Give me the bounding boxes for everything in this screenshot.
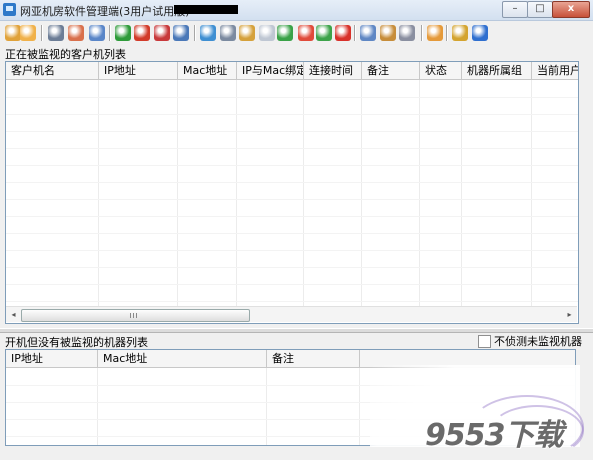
column-header[interactable]: 备注 [362, 62, 420, 79]
ignore-unmonitored-checkbox[interactable] [478, 335, 491, 348]
scroll-thumb[interactable] [21, 309, 250, 322]
grid-row-line [6, 267, 578, 268]
grid-column-line [97, 368, 98, 445]
column-header[interactable]: IP地址 [6, 350, 98, 367]
monitor-icon[interactable] [173, 25, 189, 41]
pencil-icon[interactable] [5, 25, 21, 41]
computer-icon[interactable] [220, 25, 236, 41]
grid-row-line [6, 199, 578, 200]
ignore-unmonitored-label[interactable]: 不侦测未监视机器 [494, 333, 582, 349]
column-header[interactable]: IP地址 [99, 62, 178, 79]
grid-row-line [6, 284, 578, 285]
horizontal-scrollbar[interactable]: ◂ ▸ [6, 306, 577, 322]
network-icon[interactable] [200, 25, 216, 41]
grid-column-line [266, 368, 267, 445]
green-arrow-icon[interactable] [277, 25, 293, 41]
toolbar-separator [421, 25, 423, 41]
column-header[interactable]: 连接时间 [304, 62, 362, 79]
record-icon[interactable] [154, 25, 170, 41]
unmonitored-panel-label: 开机但没有被监视的机器列表 [5, 336, 148, 349]
tools-icon[interactable] [360, 25, 376, 41]
column-header[interactable]: 状态 [420, 62, 462, 79]
refresh-icon[interactable] [316, 25, 332, 41]
column-header[interactable]: IP与Mac绑定 [237, 62, 304, 79]
maximize-button[interactable]: □ [527, 1, 553, 18]
printer-icon[interactable] [48, 25, 64, 41]
clients-panel-label: 正在被监视的客户机列表 [5, 48, 126, 61]
watermark-logo: 9553下载 [425, 418, 563, 453]
grid-row-line [6, 250, 578, 251]
gear-icon[interactable] [239, 25, 255, 41]
wrench-icon[interactable] [380, 25, 396, 41]
column-header[interactable]: Mac地址 [98, 350, 267, 367]
grid-row-line [6, 131, 578, 132]
power-icon[interactable] [298, 25, 314, 41]
settings-icon[interactable] [452, 25, 468, 41]
title-bar: 网亚机房软件管理端(3用户试用版) – □ x [0, 0, 593, 21]
column-header[interactable]: 客户机名 [6, 62, 99, 79]
grid-row-line [6, 114, 578, 115]
window-title: 网亚机房软件管理端(3用户试用版) [20, 5, 190, 18]
redacted-block [174, 5, 238, 14]
toolbar-separator [354, 25, 356, 41]
minimize-button[interactable]: – [502, 1, 528, 18]
toolbar-separator [194, 25, 196, 41]
group-icon[interactable] [68, 25, 84, 41]
stop-icon[interactable] [335, 25, 351, 41]
close-button[interactable]: x [552, 1, 590, 18]
grid-row-line [6, 182, 578, 183]
document-icon[interactable] [259, 25, 275, 41]
grid-column-line [359, 368, 360, 445]
grid-row-line [6, 165, 578, 166]
magnifier-icon[interactable] [89, 25, 105, 41]
grid-row-line [6, 301, 578, 302]
grid-row-line [6, 148, 578, 149]
column-header[interactable]: 当前用户 [532, 62, 578, 79]
clients-grid-header: 客户机名 IP地址 Mac地址 IP与Mac绑定 连接时间 备注 状态 机器所属… [6, 62, 578, 80]
users-icon[interactable] [20, 25, 36, 41]
column-header[interactable]: Mac地址 [178, 62, 237, 79]
help-icon[interactable] [472, 25, 488, 41]
grid-row-line [6, 233, 578, 234]
clients-grid[interactable]: 客户机名 IP地址 Mac地址 IP与Mac绑定 连接时间 备注 状态 机器所属… [5, 61, 579, 324]
column-header[interactable]: 备注 [267, 350, 360, 367]
key-icon[interactable] [399, 25, 415, 41]
scroll-left-icon[interactable]: ◂ [6, 307, 21, 322]
column-header[interactable]: 机器所属组 [462, 62, 532, 79]
grid-row-line [6, 97, 578, 98]
toolbar-separator [446, 25, 448, 41]
toolbar-separator [109, 25, 111, 41]
scroll-right-icon[interactable]: ▸ [562, 307, 577, 322]
diamond-icon[interactable] [427, 25, 443, 41]
arrow-right-icon[interactable] [115, 25, 131, 41]
grid-row-line [6, 216, 578, 217]
brush-icon[interactable] [134, 25, 150, 41]
app-icon [3, 3, 16, 16]
toolbar [0, 21, 593, 45]
toolbar-separator [41, 25, 43, 41]
